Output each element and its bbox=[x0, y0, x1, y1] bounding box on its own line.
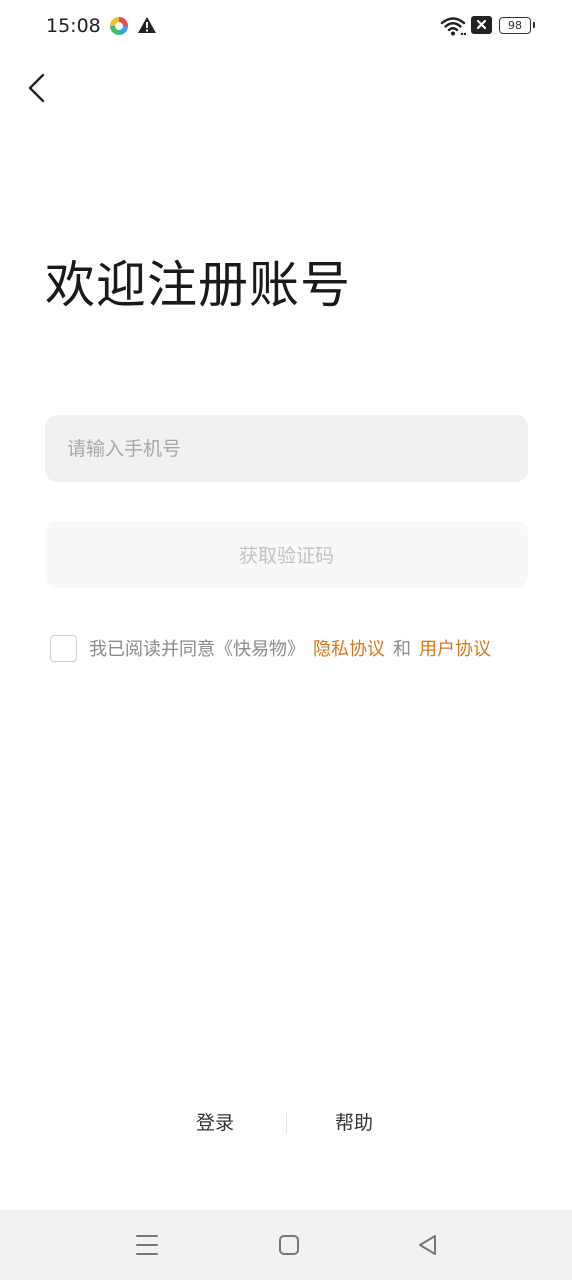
chevron-left-icon bbox=[28, 73, 45, 103]
no-sim-icon bbox=[471, 16, 492, 34]
agreement-text: 我已阅读并同意《快易物》 bbox=[89, 639, 305, 660]
divider bbox=[286, 1113, 287, 1134]
home-icon[interactable] bbox=[275, 1231, 303, 1259]
login-link[interactable]: 登录 bbox=[196, 1108, 234, 1138]
phone-field bbox=[45, 415, 528, 482]
battery-icon: 98 bbox=[499, 17, 535, 34]
agreement-and: 和 bbox=[393, 639, 411, 660]
status-bar: 15:08 98 bbox=[0, 0, 572, 52]
user-agreement-link[interactable]: 用户协议 bbox=[419, 635, 491, 661]
get-code-button[interactable]: 获取验证码 bbox=[45, 521, 528, 588]
phone-input[interactable] bbox=[45, 415, 528, 482]
app-notification-icon bbox=[110, 17, 128, 35]
agreement-row: 我已阅读并同意《快易物》 隐私协议 和 用户协议 bbox=[50, 632, 491, 664]
wifi-icon bbox=[440, 17, 466, 36]
battery-level: 98 bbox=[508, 18, 522, 32]
menu-icon[interactable] bbox=[133, 1231, 161, 1259]
back-triangle-icon[interactable] bbox=[414, 1231, 442, 1259]
privacy-policy-link[interactable]: 隐私协议 bbox=[313, 635, 385, 661]
back-button[interactable] bbox=[14, 66, 58, 110]
warning-icon bbox=[138, 17, 156, 33]
agreement-checkbox[interactable] bbox=[50, 634, 77, 662]
navigation-bar bbox=[0, 1210, 572, 1280]
status-time: 15:08 bbox=[46, 15, 101, 37]
page-title: 欢迎注册账号 bbox=[45, 256, 351, 314]
help-link[interactable]: 帮助 bbox=[335, 1108, 373, 1138]
